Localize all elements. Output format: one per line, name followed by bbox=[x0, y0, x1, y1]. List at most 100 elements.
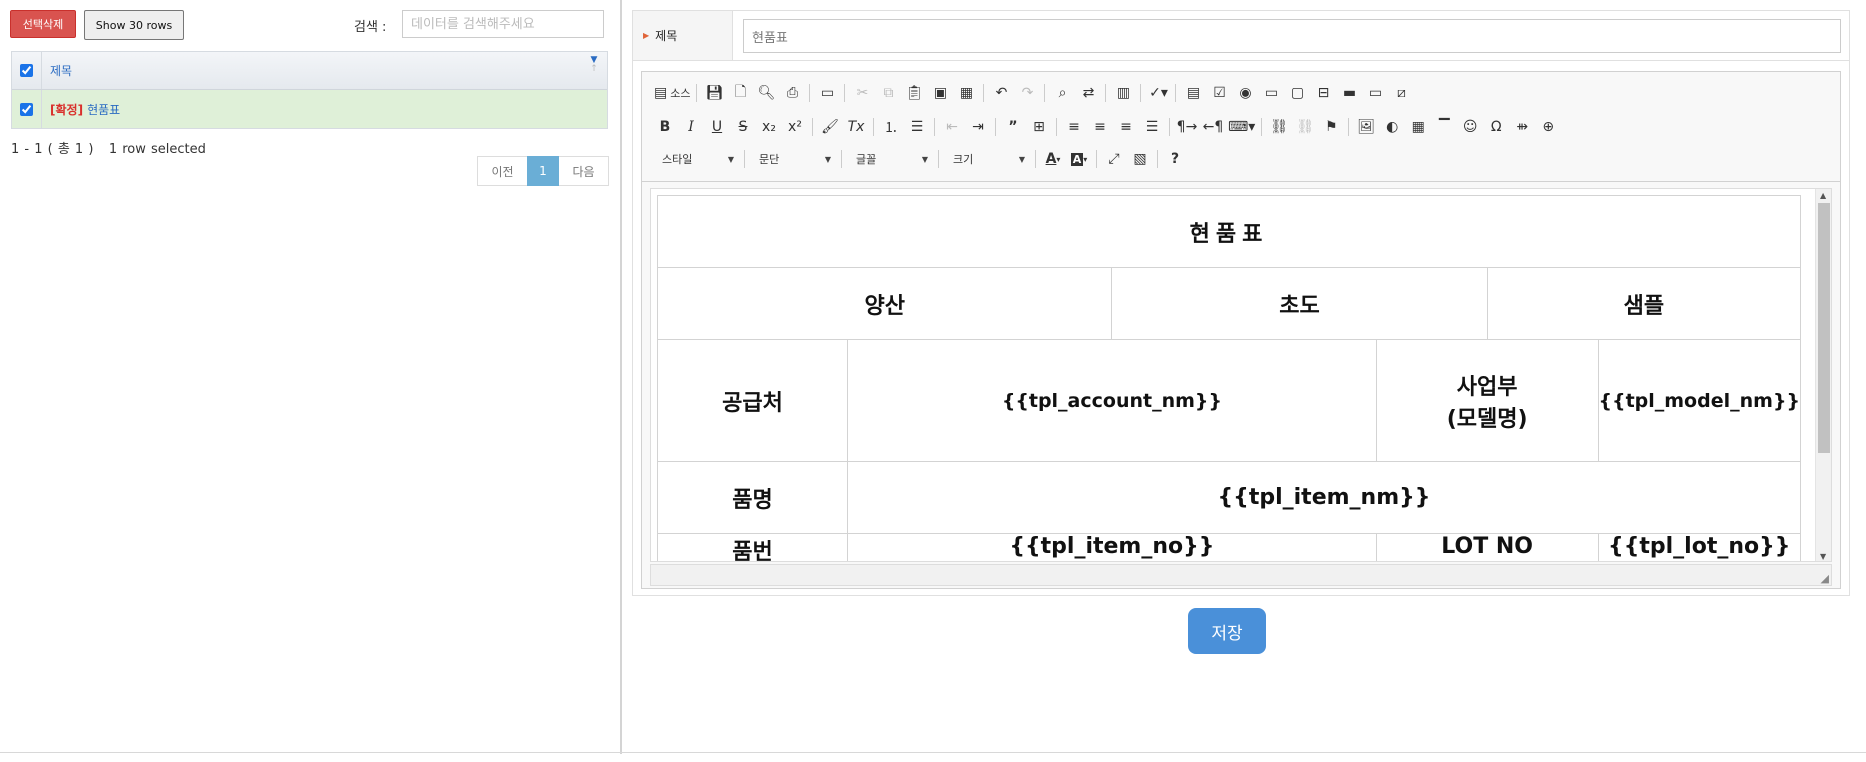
language-icon[interactable]: ⌨▾ bbox=[1226, 115, 1257, 139]
print-icon[interactable]: ⎙ bbox=[779, 81, 805, 105]
format-combo[interactable]: 문단 ▼ bbox=[749, 147, 837, 171]
align-left-icon[interactable]: ≡ bbox=[1061, 115, 1087, 139]
next-page-button[interactable]: 다음 bbox=[559, 156, 609, 186]
style-combo[interactable]: 스타일 ▼ bbox=[652, 147, 740, 171]
table-row[interactable]: [확정] 현품표 bbox=[12, 90, 607, 128]
flash-icon[interactable]: ◐ bbox=[1379, 115, 1405, 139]
rtl-icon[interactable]: ←¶ bbox=[1200, 115, 1226, 139]
row-title-cell[interactable]: [확정] 현품표 bbox=[42, 101, 120, 118]
button-icon[interactable]: ▬ bbox=[1336, 81, 1362, 105]
textarea-icon[interactable]: ▢ bbox=[1284, 81, 1310, 105]
redo-icon[interactable]: ↷ bbox=[1014, 81, 1040, 105]
div-icon[interactable]: ⊞ bbox=[1026, 115, 1052, 139]
source-button[interactable]: ▤ 소스 bbox=[652, 81, 692, 105]
scrollbar-thumb[interactable] bbox=[1818, 203, 1830, 453]
select-icon[interactable]: ⊟ bbox=[1310, 81, 1336, 105]
indent-icon[interactable]: ⇥ bbox=[965, 115, 991, 139]
edit-panel: ▶제목 ▤소스 💾︎ 🗋 🔍︎ ⎙ ▭ ✂ ⧉ bbox=[622, 0, 1866, 752]
save-icon[interactable]: 💾︎ bbox=[701, 81, 727, 105]
row-title-text[interactable]: 현품표 bbox=[87, 103, 120, 117]
copy-format-icon[interactable]: 🖌︎ bbox=[817, 115, 843, 139]
page-1-button[interactable]: 1 bbox=[527, 156, 559, 186]
bold-icon[interactable]: B bbox=[652, 115, 678, 139]
status-tag: [확정] bbox=[50, 102, 84, 117]
maximize-icon[interactable]: ⤢ bbox=[1101, 147, 1127, 171]
save-button[interactable]: 저장 bbox=[1188, 608, 1266, 654]
item-template: {{tpl_item_nm}} bbox=[847, 461, 1801, 534]
scroll-down-icon[interactable]: ▼ bbox=[1820, 552, 1826, 561]
toolbar-separator bbox=[983, 84, 985, 102]
column-header-title[interactable]: 제목 bbox=[42, 62, 72, 79]
ltr-icon[interactable]: ¶→ bbox=[1174, 115, 1200, 139]
paste-text-icon[interactable]: ▣ bbox=[927, 81, 953, 105]
search-input[interactable] bbox=[402, 10, 604, 38]
horizontal-rule-icon[interactable]: ▔ bbox=[1431, 115, 1457, 139]
special-char-icon[interactable]: Ω bbox=[1483, 115, 1509, 139]
help-icon[interactable]: ? bbox=[1162, 147, 1188, 171]
select-all-icon[interactable]: ▥ bbox=[1110, 81, 1136, 105]
editor-content-area[interactable]: 현품표 양산 초도 샘플 공급처 {{tpl_account_nm}} 사업부 (… bbox=[650, 188, 1832, 562]
resize-handle-icon[interactable]: ◢ bbox=[1821, 572, 1829, 585]
image-icon[interactable]: 🖼︎ bbox=[1353, 115, 1379, 139]
text-color-icon[interactable]: A ▾ bbox=[1040, 147, 1066, 171]
scroll-up-icon[interactable]: ▲ bbox=[1820, 191, 1826, 200]
form-icon[interactable]: ▤ bbox=[1180, 81, 1206, 105]
link-icon[interactable]: ⛓ bbox=[1266, 115, 1292, 139]
size-combo[interactable]: 크기 ▼ bbox=[943, 147, 1031, 171]
paste-word-icon[interactable]: ▦ bbox=[953, 81, 979, 105]
strike-icon[interactable]: S bbox=[730, 115, 756, 139]
table-icon[interactable]: ▦ bbox=[1405, 115, 1431, 139]
bg-color-icon[interactable]: A ▾ bbox=[1066, 147, 1092, 171]
textfield-icon[interactable]: ▭ bbox=[1258, 81, 1284, 105]
spellcheck-icon[interactable]: ✓▾ bbox=[1145, 81, 1171, 105]
show-rows-button[interactable]: Show 30 rows bbox=[84, 10, 184, 40]
numbered-list-icon[interactable]: ⒈ bbox=[878, 115, 904, 139]
image-button-icon[interactable]: ▭ bbox=[1362, 81, 1388, 105]
model-template: {{tpl_model_nm}} bbox=[1597, 339, 1802, 462]
editor-scrollbar[interactable]: ▲ ▼ bbox=[1815, 189, 1831, 561]
show-blocks-icon[interactable]: ▧ bbox=[1127, 147, 1153, 171]
account-template: {{tpl_account_nm}} bbox=[847, 339, 1377, 462]
anchor-icon[interactable]: ⚑ bbox=[1318, 115, 1344, 139]
page-break-icon[interactable]: ⇻ bbox=[1509, 115, 1535, 139]
subscript-icon[interactable]: x₂ bbox=[756, 115, 782, 139]
iframe-icon[interactable]: ⊕ bbox=[1535, 115, 1561, 139]
outdent-icon[interactable]: ⇤ bbox=[939, 115, 965, 139]
blockquote-icon[interactable]: ” bbox=[1000, 115, 1026, 139]
toolbar-row-3: 스타일 ▼ 문단 ▼ 글꼴 ▼ 크기 ▼ A ▾ A ▾ ⤢ ▧ ? bbox=[652, 144, 1188, 174]
sort-icon[interactable]: ▼ ↑ bbox=[589, 56, 599, 74]
replace-icon[interactable]: ⇄ bbox=[1075, 81, 1101, 105]
cut-icon[interactable]: ✂ bbox=[849, 81, 875, 105]
grid-header: 제목 ▼ ↑ bbox=[12, 52, 607, 90]
superscript-icon[interactable]: x² bbox=[782, 115, 808, 139]
row-checkbox[interactable] bbox=[20, 102, 33, 116]
division-label-line2: (모델명) bbox=[1446, 406, 1528, 432]
remove-format-icon[interactable]: Tx bbox=[843, 115, 869, 139]
hidden-field-icon[interactable]: ⧄ bbox=[1388, 81, 1414, 105]
title-input[interactable] bbox=[743, 19, 1841, 53]
select-all-checkbox[interactable] bbox=[20, 64, 33, 77]
paste-icon[interactable]: 📋︎ bbox=[901, 81, 927, 105]
underline-icon[interactable]: U bbox=[704, 115, 730, 139]
justify-icon[interactable]: ☰ bbox=[1139, 115, 1165, 139]
radio-icon[interactable]: ◉ bbox=[1232, 81, 1258, 105]
italic-icon[interactable]: I bbox=[678, 115, 704, 139]
new-page-icon[interactable]: 🗋 bbox=[727, 81, 753, 105]
toolbar-separator bbox=[844, 84, 846, 102]
find-icon[interactable]: ⌕ bbox=[1049, 81, 1075, 105]
align-right-icon[interactable]: ≡ bbox=[1113, 115, 1139, 139]
checkbox-icon[interactable]: ☑ bbox=[1206, 81, 1232, 105]
preview-icon[interactable]: 🔍︎ bbox=[753, 81, 779, 105]
align-center-icon[interactable]: ≡ bbox=[1087, 115, 1113, 139]
copy-icon[interactable]: ⧉ bbox=[875, 81, 901, 105]
title-label: ▶ 제목 bbox=[633, 11, 733, 60]
delete-selected-button[interactable]: 선택삭제 bbox=[10, 10, 76, 38]
prev-page-button[interactable]: 이전 bbox=[477, 156, 527, 186]
toolbar-separator bbox=[1157, 150, 1158, 168]
bulleted-list-icon[interactable]: ☰ bbox=[904, 115, 930, 139]
undo-icon[interactable]: ↶ bbox=[988, 81, 1014, 105]
smiley-icon[interactable]: ☺ bbox=[1457, 115, 1483, 139]
templates-icon[interactable]: ▭ bbox=[814, 81, 840, 105]
font-combo[interactable]: 글꼴 ▼ bbox=[846, 147, 934, 171]
unlink-icon[interactable]: ⛓ bbox=[1292, 115, 1318, 139]
